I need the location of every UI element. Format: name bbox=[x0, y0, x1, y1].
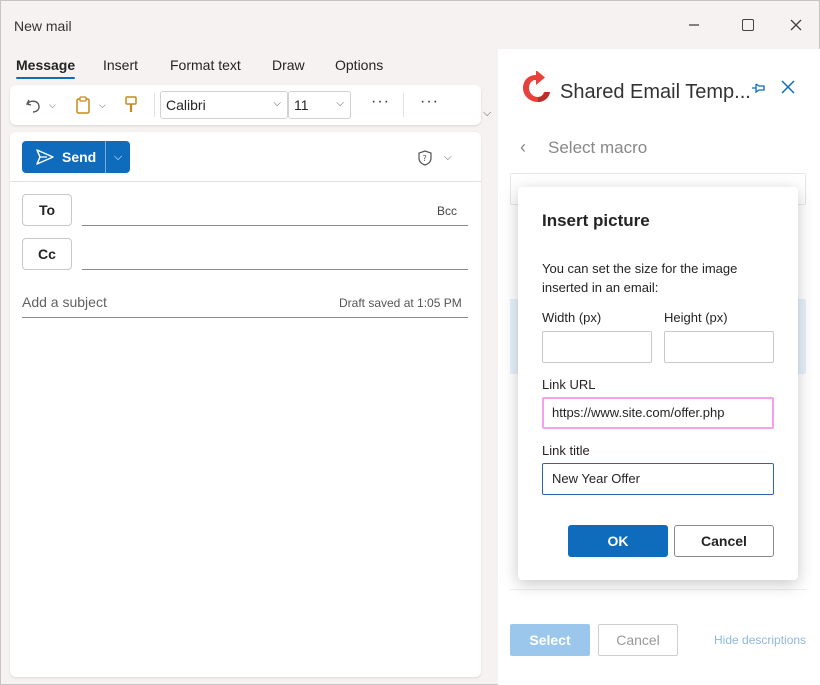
width-label: Width (px) bbox=[542, 310, 602, 325]
tab-insert[interactable]: Insert bbox=[103, 57, 138, 73]
shield-question-icon: ? bbox=[418, 150, 432, 166]
chevron-down-icon: ⌵ bbox=[273, 98, 281, 109]
send-button-group: Send ⌵ bbox=[22, 141, 130, 173]
dialog-title: Insert picture bbox=[542, 211, 650, 230]
close-window-button[interactable] bbox=[786, 15, 806, 35]
more-options-icon[interactable]: ··· bbox=[371, 93, 390, 111]
cancel-button[interactable]: Cancel bbox=[674, 525, 774, 557]
tab-format-text[interactable]: Format text bbox=[170, 57, 241, 73]
undo-dropdown-icon[interactable]: ⌵ bbox=[49, 95, 56, 115]
height-label: Height (px) bbox=[664, 310, 728, 325]
pane-close-icon[interactable] bbox=[781, 78, 795, 100]
insert-picture-dialog: Insert picture You can set the size for … bbox=[518, 187, 798, 580]
shared-templates-logo bbox=[523, 71, 550, 102]
divider bbox=[10, 181, 481, 182]
bcc-button[interactable]: Bcc bbox=[437, 204, 457, 218]
cc-button[interactable]: Cc bbox=[22, 238, 72, 270]
pin-icon[interactable] bbox=[750, 81, 766, 99]
tab-options[interactable]: Options bbox=[335, 57, 383, 73]
subject-underline bbox=[22, 317, 468, 318]
paste-button[interactable] bbox=[74, 95, 92, 115]
ribbon-toolbar: ⌵ ⌵ Calibri ⌵ 11 ⌵ ··· ··· bbox=[10, 85, 481, 125]
link-title-input[interactable]: New Year Offer bbox=[542, 463, 774, 495]
send-icon bbox=[36, 149, 54, 165]
clipboard-icon bbox=[76, 96, 90, 114]
chevron-down-icon: ⌵ bbox=[336, 98, 344, 109]
cc-field[interactable] bbox=[82, 269, 468, 270]
toolbar-divider bbox=[154, 93, 155, 117]
sensitivity-chevron-icon[interactable]: ⌵ bbox=[444, 152, 452, 163]
close-icon bbox=[790, 19, 802, 31]
title-bar: New mail bbox=[1, 1, 819, 49]
minimize-icon bbox=[689, 24, 699, 26]
link-url-label: Link URL bbox=[542, 377, 596, 392]
link-title-label: Link title bbox=[542, 443, 590, 458]
format-painter-icon bbox=[125, 96, 137, 112]
select-macro-heading: Select macro bbox=[548, 138, 648, 157]
height-input[interactable] bbox=[664, 331, 774, 363]
toolbar-divider bbox=[403, 93, 404, 117]
width-input[interactable] bbox=[542, 331, 652, 363]
undo-button[interactable] bbox=[24, 95, 42, 115]
to-button[interactable]: To bbox=[22, 194, 72, 226]
more-commands-icon[interactable]: ··· bbox=[420, 93, 439, 111]
font-family-value: Calibri bbox=[166, 97, 206, 113]
tab-draw[interactable]: Draw bbox=[272, 57, 305, 73]
hide-descriptions-link[interactable]: Hide descriptions bbox=[714, 633, 806, 647]
paste-dropdown-icon[interactable]: ⌵ bbox=[99, 95, 106, 115]
undo-icon bbox=[25, 99, 40, 113]
pane-select-button[interactable]: Select bbox=[510, 624, 590, 656]
ribbon-tabs: Message Insert Format text Draw Options bbox=[1, 49, 497, 81]
link-url-input[interactable]: https://www.site.com/offer.php bbox=[542, 397, 774, 429]
dialog-description: You can set the size for the image inser… bbox=[542, 261, 738, 295]
format-painter-button[interactable] bbox=[123, 95, 139, 115]
subject-input[interactable]: Add a subject bbox=[22, 294, 107, 310]
mail-window: New mail Message Insert Format text Draw… bbox=[0, 0, 820, 685]
pane-title: Shared Email Temp... bbox=[560, 81, 751, 103]
pane-cancel-button[interactable]: Cancel bbox=[598, 624, 678, 656]
compose-area: Send ⌵ ? ⌵ To Bcc Cc Add a subject Draft… bbox=[10, 132, 481, 677]
tab-message[interactable]: Message bbox=[16, 57, 76, 79]
maximize-icon bbox=[742, 19, 754, 31]
pane-divider bbox=[510, 589, 806, 590]
minimize-button[interactable] bbox=[684, 15, 704, 35]
font-size-select[interactable]: 11 ⌵ bbox=[288, 91, 351, 119]
svg-text:?: ? bbox=[423, 154, 427, 163]
draft-status: Draft saved at 1:05 PM bbox=[339, 296, 462, 310]
to-field[interactable] bbox=[82, 225, 468, 226]
window-title: New mail bbox=[14, 18, 72, 34]
send-button[interactable]: Send bbox=[22, 141, 105, 173]
sensitivity-button[interactable]: ? bbox=[418, 150, 432, 169]
expand-ribbon-icon[interactable]: ⌵ bbox=[483, 107, 491, 120]
send-options-dropdown[interactable]: ⌵ bbox=[105, 141, 130, 173]
font-size-value: 11 bbox=[294, 97, 309, 113]
font-family-select[interactable]: Calibri ⌵ bbox=[160, 91, 288, 119]
back-chevron-icon[interactable]: ‹ bbox=[520, 137, 526, 158]
send-label: Send bbox=[62, 149, 97, 165]
ok-button[interactable]: OK bbox=[568, 525, 668, 557]
maximize-button[interactable] bbox=[738, 15, 758, 35]
